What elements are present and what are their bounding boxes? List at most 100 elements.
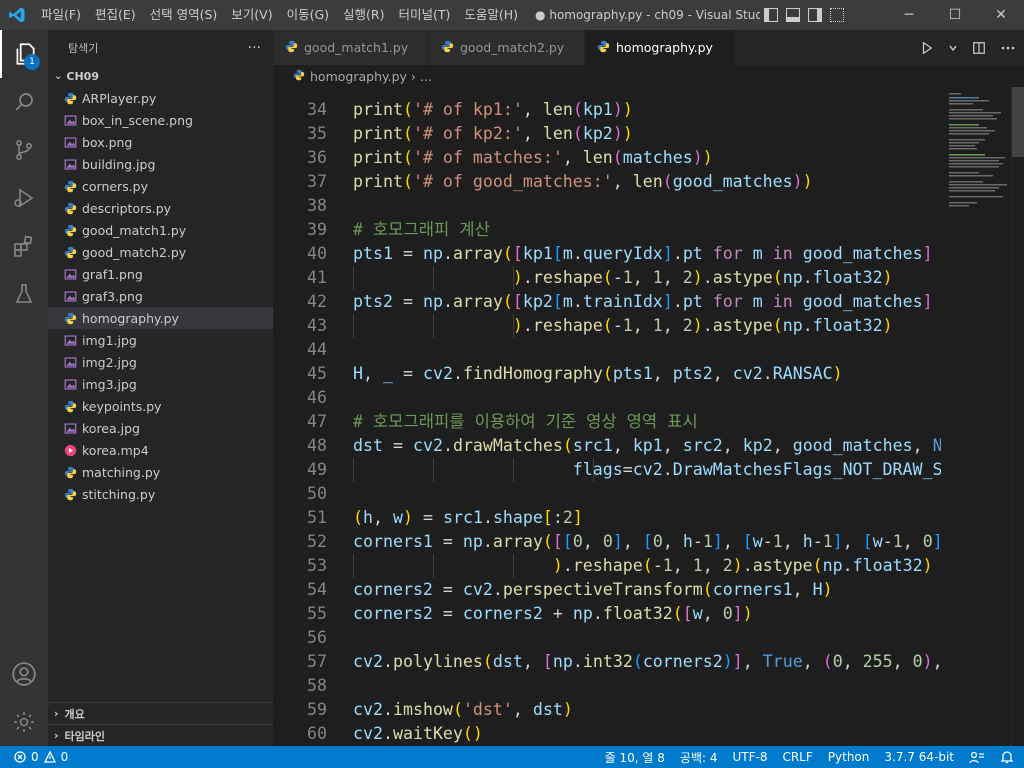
code-line[interactable]: 52 corners1 = np.array([[0, 0], [0, h-1],…	[273, 530, 943, 554]
accounts-activity[interactable]	[0, 650, 48, 698]
toggle-sidebar-icon[interactable]	[764, 8, 779, 22]
file-item[interactable]: korea.jpg	[48, 417, 273, 439]
file-item[interactable]: korea.mp4	[48, 439, 273, 461]
folder-ch09[interactable]: ⌄ CH09	[48, 65, 273, 87]
code-line[interactable]: 35 print('# of kp2:', len(kp2))	[273, 122, 943, 146]
menu-go[interactable]: 이동(G)	[280, 0, 336, 30]
code-line[interactable]: 60 cv2.waitKey()	[273, 722, 943, 746]
file-item[interactable]: ARPlayer.py	[48, 87, 273, 109]
language-mode[interactable]: Python	[828, 750, 870, 764]
file-item[interactable]: img2.jpg	[48, 351, 273, 373]
cursor-position[interactable]: 줄 10, 열 8	[605, 749, 665, 766]
menu-run[interactable]: 실행(R)	[336, 0, 391, 30]
menu-edit[interactable]: 편집(E)	[88, 0, 143, 30]
code-line[interactable]: 38	[273, 194, 943, 218]
code-line[interactable]: 39 # 호모그래피 계산	[273, 218, 943, 242]
code-line[interactable]: 54 corners2 = cv2.perspectiveTransform(co…	[273, 578, 943, 602]
more-icon[interactable]	[1000, 45, 1016, 51]
code-line[interactable]: 43 ).reshape(-1, 1, 2).astype(np.float32…	[273, 314, 943, 338]
tab-homography[interactable]: homography.py	[585, 30, 735, 65]
menu-selection[interactable]: 선택 영역(S)	[143, 0, 225, 30]
image-file-icon	[64, 268, 77, 281]
scrollbar-thumb[interactable]	[1012, 87, 1024, 157]
python-interpreter[interactable]: 3.7.7 64-bit	[884, 750, 954, 764]
code-line[interactable]: 58	[273, 674, 943, 698]
maximize-button[interactable]: ☐	[932, 0, 978, 30]
file-item[interactable]: corners.py	[48, 175, 273, 197]
split-editor-icon[interactable]	[972, 41, 986, 55]
bell-icon[interactable]	[1000, 750, 1014, 764]
search-activity[interactable]	[0, 78, 48, 126]
file-item[interactable]: img3.jpg	[48, 373, 273, 395]
minimap[interactable]	[945, 87, 1011, 746]
code-text: print('# of matches:', len(matches))	[353, 148, 713, 167]
file-item[interactable]: matching.py	[48, 461, 273, 483]
file-item[interactable]: keypoints.py	[48, 395, 273, 417]
code-line[interactable]: 53 ).reshape(-1, 1, 2).astype(np.float32…	[273, 554, 943, 578]
code-line[interactable]: 41 ).reshape(-1, 1, 2).astype(np.float32…	[273, 266, 943, 290]
manage-activity[interactable]	[0, 698, 48, 746]
menu-view[interactable]: 보기(V)	[224, 0, 279, 30]
timeline-section[interactable]: › 타임라인	[48, 724, 273, 746]
toggle-panel-icon[interactable]	[786, 8, 801, 22]
menu-terminal[interactable]: 터미널(T)	[392, 0, 458, 30]
tab-good-match2[interactable]: good_match2.py	[429, 30, 585, 65]
breadcrumb-file[interactable]: homography.py	[310, 69, 407, 84]
code-editor[interactable]: 34 print('# of kp1:', len(kp1)) 35 print('#…	[273, 87, 1024, 746]
code-line[interactable]: 51 (h, w) = src1.shape[:2]	[273, 506, 943, 530]
toggle-secondary-sidebar-icon[interactable]	[808, 8, 823, 22]
vertical-scrollbar[interactable]	[1011, 87, 1024, 746]
menu-file[interactable]: 파일(F)	[34, 0, 88, 30]
file-item[interactable]: img1.jpg	[48, 329, 273, 351]
close-button[interactable]: ✕	[978, 0, 1024, 30]
run-debug-activity[interactable]	[0, 174, 48, 222]
source-control-activity[interactable]	[0, 126, 48, 174]
more-actions-button[interactable]: ···	[248, 40, 261, 56]
menu-help[interactable]: 도움말(H)	[457, 0, 525, 30]
line-number: 47	[307, 412, 327, 431]
code-line[interactable]: 48 dst = cv2.drawMatches(src1, kp1, src2,…	[273, 434, 943, 458]
file-item[interactable]: stitching.py	[48, 483, 273, 505]
customize-layout-icon[interactable]	[830, 8, 845, 22]
file-item[interactable]: good_match2.py	[48, 241, 273, 263]
code-line[interactable]: 40 pts1 = np.array([kp1[m.queryIdx].pt fo…	[273, 242, 943, 266]
testing-activity[interactable]	[0, 270, 48, 318]
file-item[interactable]: graf3.png	[48, 285, 273, 307]
error-icon	[14, 751, 26, 763]
file-item[interactable]: good_match1.py	[48, 219, 273, 241]
file-item[interactable]: box.png	[48, 131, 273, 153]
problems-indicator[interactable]: 0 0	[0, 750, 68, 764]
code-line[interactable]: 45 H, _ = cv2.findHomography(pts1, pts2, …	[273, 362, 943, 386]
feedback-icon[interactable]	[969, 750, 985, 764]
encoding[interactable]: UTF-8	[732, 750, 767, 764]
minimize-button[interactable]: ─	[886, 0, 932, 30]
file-item[interactable]: homography.py	[48, 307, 273, 329]
code-line[interactable]: 42 pts2 = np.array([kp2[m.trainIdx].pt fo…	[273, 290, 943, 314]
python-file-icon	[293, 69, 305, 84]
chevron-down-icon[interactable]	[948, 43, 958, 53]
outline-section[interactable]: › 개요	[48, 702, 273, 724]
tab-good-match1[interactable]: good_match1.py	[273, 30, 429, 65]
code-line[interactable]: 56	[273, 626, 943, 650]
code-line[interactable]: 44	[273, 338, 943, 362]
file-item[interactable]: descriptors.py	[48, 197, 273, 219]
extensions-activity[interactable]	[0, 222, 48, 270]
code-line[interactable]: 37 print('# of good_matches:', len(good_m…	[273, 170, 943, 194]
file-item[interactable]: building.jpg	[48, 153, 273, 175]
code-line[interactable]: 46	[273, 386, 943, 410]
code-line[interactable]: 57 cv2.polylines(dst, [np.int32(corners2)…	[273, 650, 943, 674]
explorer-activity[interactable]: 1	[0, 30, 48, 78]
file-item[interactable]: graf1.png	[48, 263, 273, 285]
code-line[interactable]: 59 cv2.imshow('dst', dst)	[273, 698, 943, 722]
line-ending[interactable]: CRLF	[782, 750, 812, 764]
code-line[interactable]: 36 print('# of matches:', len(matches))	[273, 146, 943, 170]
code-line[interactable]: 50	[273, 482, 943, 506]
indentation[interactable]: 공백: 4	[680, 749, 718, 766]
breadcrumb-symbol[interactable]: …	[420, 69, 433, 84]
file-item[interactable]: box_in_scene.png	[48, 109, 273, 131]
run-python-icon[interactable]	[920, 41, 934, 55]
code-line[interactable]: 55 corners2 = corners2 + np.float32([w, 0…	[273, 602, 943, 626]
code-line[interactable]: 47 # 호모그래피를 이용하여 기준 영상 영역 표시	[273, 410, 943, 434]
code-line[interactable]: 49 flags=cv2.DrawMatchesFlags_NOT_DRAW_S…	[273, 458, 943, 482]
code-line[interactable]: 34 print('# of kp1:', len(kp1))	[273, 98, 943, 122]
